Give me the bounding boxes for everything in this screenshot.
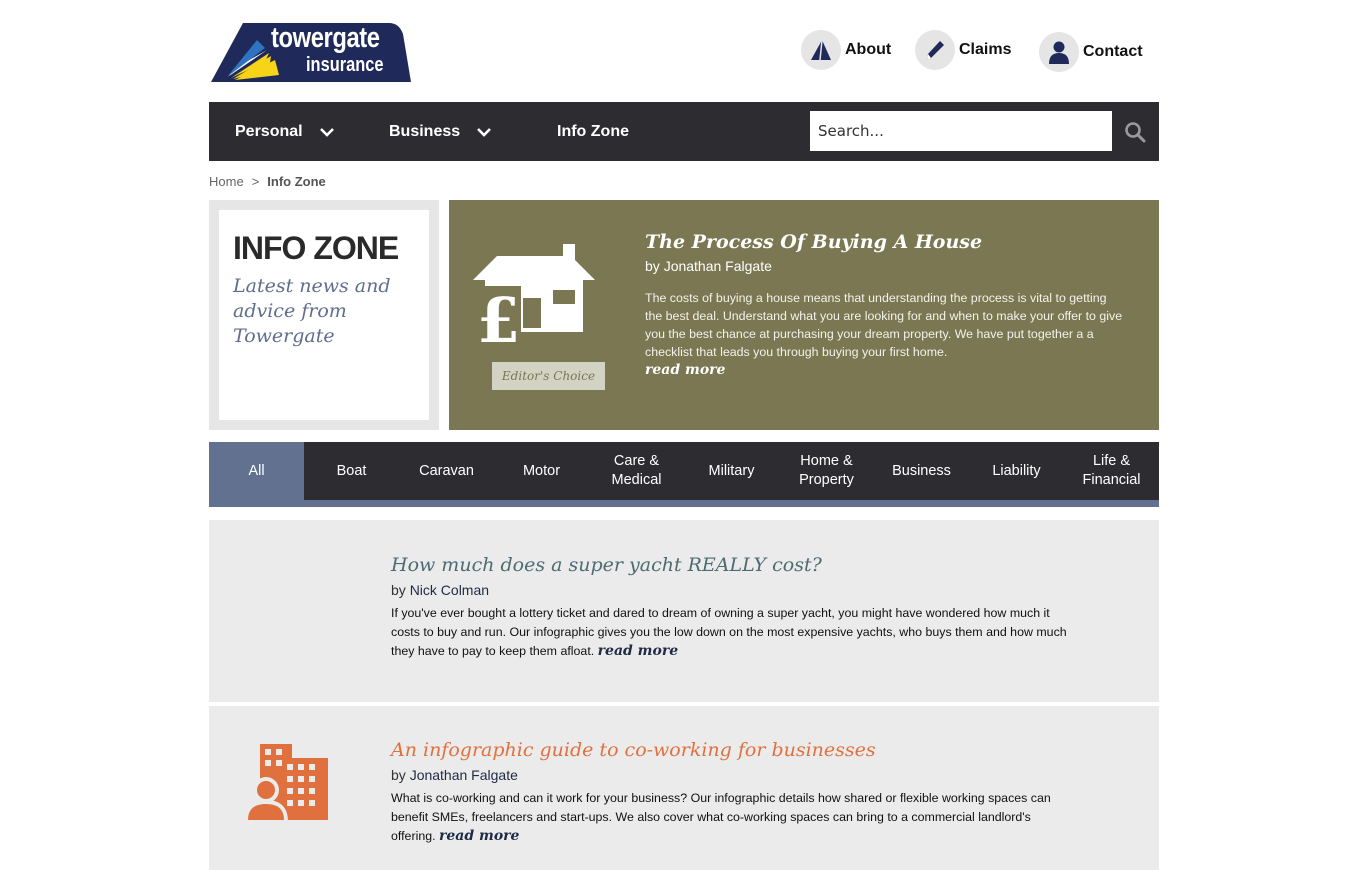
nav-item-label: Personal <box>235 122 303 140</box>
about-label: About <box>845 41 892 58</box>
article-description-text: If you've ever bought a lottery ticket a… <box>391 606 1067 658</box>
article-card: An infographic guide to co-working for b… <box>209 706 1159 870</box>
claims-link[interactable]: Claims <box>915 29 1011 71</box>
main-nav: Personal Business Info Zone <box>209 102 1159 161</box>
info-zone-card: INFO ZONE Latest news and advice from To… <box>219 210 429 420</box>
breadcrumb: Home > Info Zone <box>209 174 326 189</box>
nav-item-business[interactable]: Business <box>389 102 492 161</box>
featured-byline: by Jonathan Falgate <box>645 258 772 274</box>
info-zone-subtitle: Latest news and advice from Towergate <box>233 275 391 347</box>
article-author[interactable]: Jonathan Falgate <box>410 767 518 783</box>
featured-author[interactable]: Jonathan Falgate <box>664 258 772 274</box>
info-zone-title: INFO ZONE <box>233 230 399 266</box>
person-icon <box>1039 32 1079 72</box>
breadcrumb-current: Info Zone <box>267 174 326 189</box>
byline-prefix: by <box>391 582 406 598</box>
info-zone-panel: INFO ZONE Latest news and advice from To… <box>209 200 439 430</box>
tab-liability[interactable]: Liability <box>969 442 1064 500</box>
chevron-down-icon <box>477 127 492 137</box>
contact-label: Contact <box>1083 43 1143 60</box>
logo-text-insurance: insurance <box>306 54 384 76</box>
tab-boat[interactable]: Boat <box>304 442 399 500</box>
contact-link[interactable]: Contact <box>1039 31 1143 73</box>
article-read-more[interactable]: read more <box>439 828 519 844</box>
article-byline: by Nick Colman <box>391 582 489 598</box>
byline-prefix: by <box>391 767 406 783</box>
pen-icon <box>915 30 955 70</box>
search-icon[interactable] <box>1124 121 1146 143</box>
nav-item-label: Business <box>389 122 461 140</box>
tab-caravan[interactable]: Caravan <box>399 442 494 500</box>
article-description: If you've ever bought a lottery ticket a… <box>391 604 1071 661</box>
chevron-down-icon <box>319 127 334 137</box>
editors-choice-badge: Editor's Choice <box>492 362 605 390</box>
tab-military[interactable]: Military <box>684 442 779 500</box>
tab-motor[interactable]: Motor <box>494 442 589 500</box>
nav-item-label: Info Zone <box>557 122 629 140</box>
about-link[interactable]: About <box>801 29 891 71</box>
featured-description: The costs of buying a house means that u… <box>645 291 1123 359</box>
towergate-logo[interactable]: towergate insurance <box>209 20 411 83</box>
tab-care-medical[interactable]: Care & Medical <box>589 442 684 500</box>
article-description: What is co-working and can it work for y… <box>391 789 1071 846</box>
nav-item-personal[interactable]: Personal <box>235 102 335 161</box>
featured-read-more[interactable]: read more <box>645 362 725 378</box>
office-building-person-icon <box>246 744 328 822</box>
nav-item-info-zone[interactable]: Info Zone <box>557 102 629 161</box>
article-card: How much does a super yacht REALLY cost?… <box>209 520 1159 702</box>
sail-icon <box>801 30 841 70</box>
claims-label: Claims <box>959 41 1012 58</box>
tab-life-financial[interactable]: Life & Financial <box>1064 442 1159 500</box>
tab-home-property[interactable]: Home & Property <box>779 442 874 500</box>
logo-text-towergate: towergate <box>271 22 380 54</box>
article-author[interactable]: Nick Colman <box>410 582 489 598</box>
svg-text:£: £ <box>477 284 520 347</box>
category-tabs: All Boat Caravan Motor Care & Medical Mi… <box>209 442 1159 507</box>
breadcrumb-separator: > <box>251 174 260 189</box>
featured-title[interactable]: The Process Of Buying A House <box>645 231 982 253</box>
article-byline: by Jonathan Falgate <box>391 767 518 783</box>
search-input[interactable] <box>810 111 1112 151</box>
tab-business[interactable]: Business <box>874 442 969 500</box>
breadcrumb-home[interactable]: Home <box>209 174 244 189</box>
article-read-more[interactable]: read more <box>598 643 678 659</box>
byline-prefix: by <box>645 258 660 274</box>
article-title[interactable]: How much does a super yacht REALLY cost? <box>391 554 822 576</box>
featured-article: £ Editor's Choice The Process Of Buying … <box>449 200 1159 430</box>
tab-all[interactable]: All <box>209 442 304 500</box>
article-title[interactable]: An infographic guide to co-working for b… <box>391 739 876 761</box>
house-pound-icon: £ <box>473 244 595 347</box>
